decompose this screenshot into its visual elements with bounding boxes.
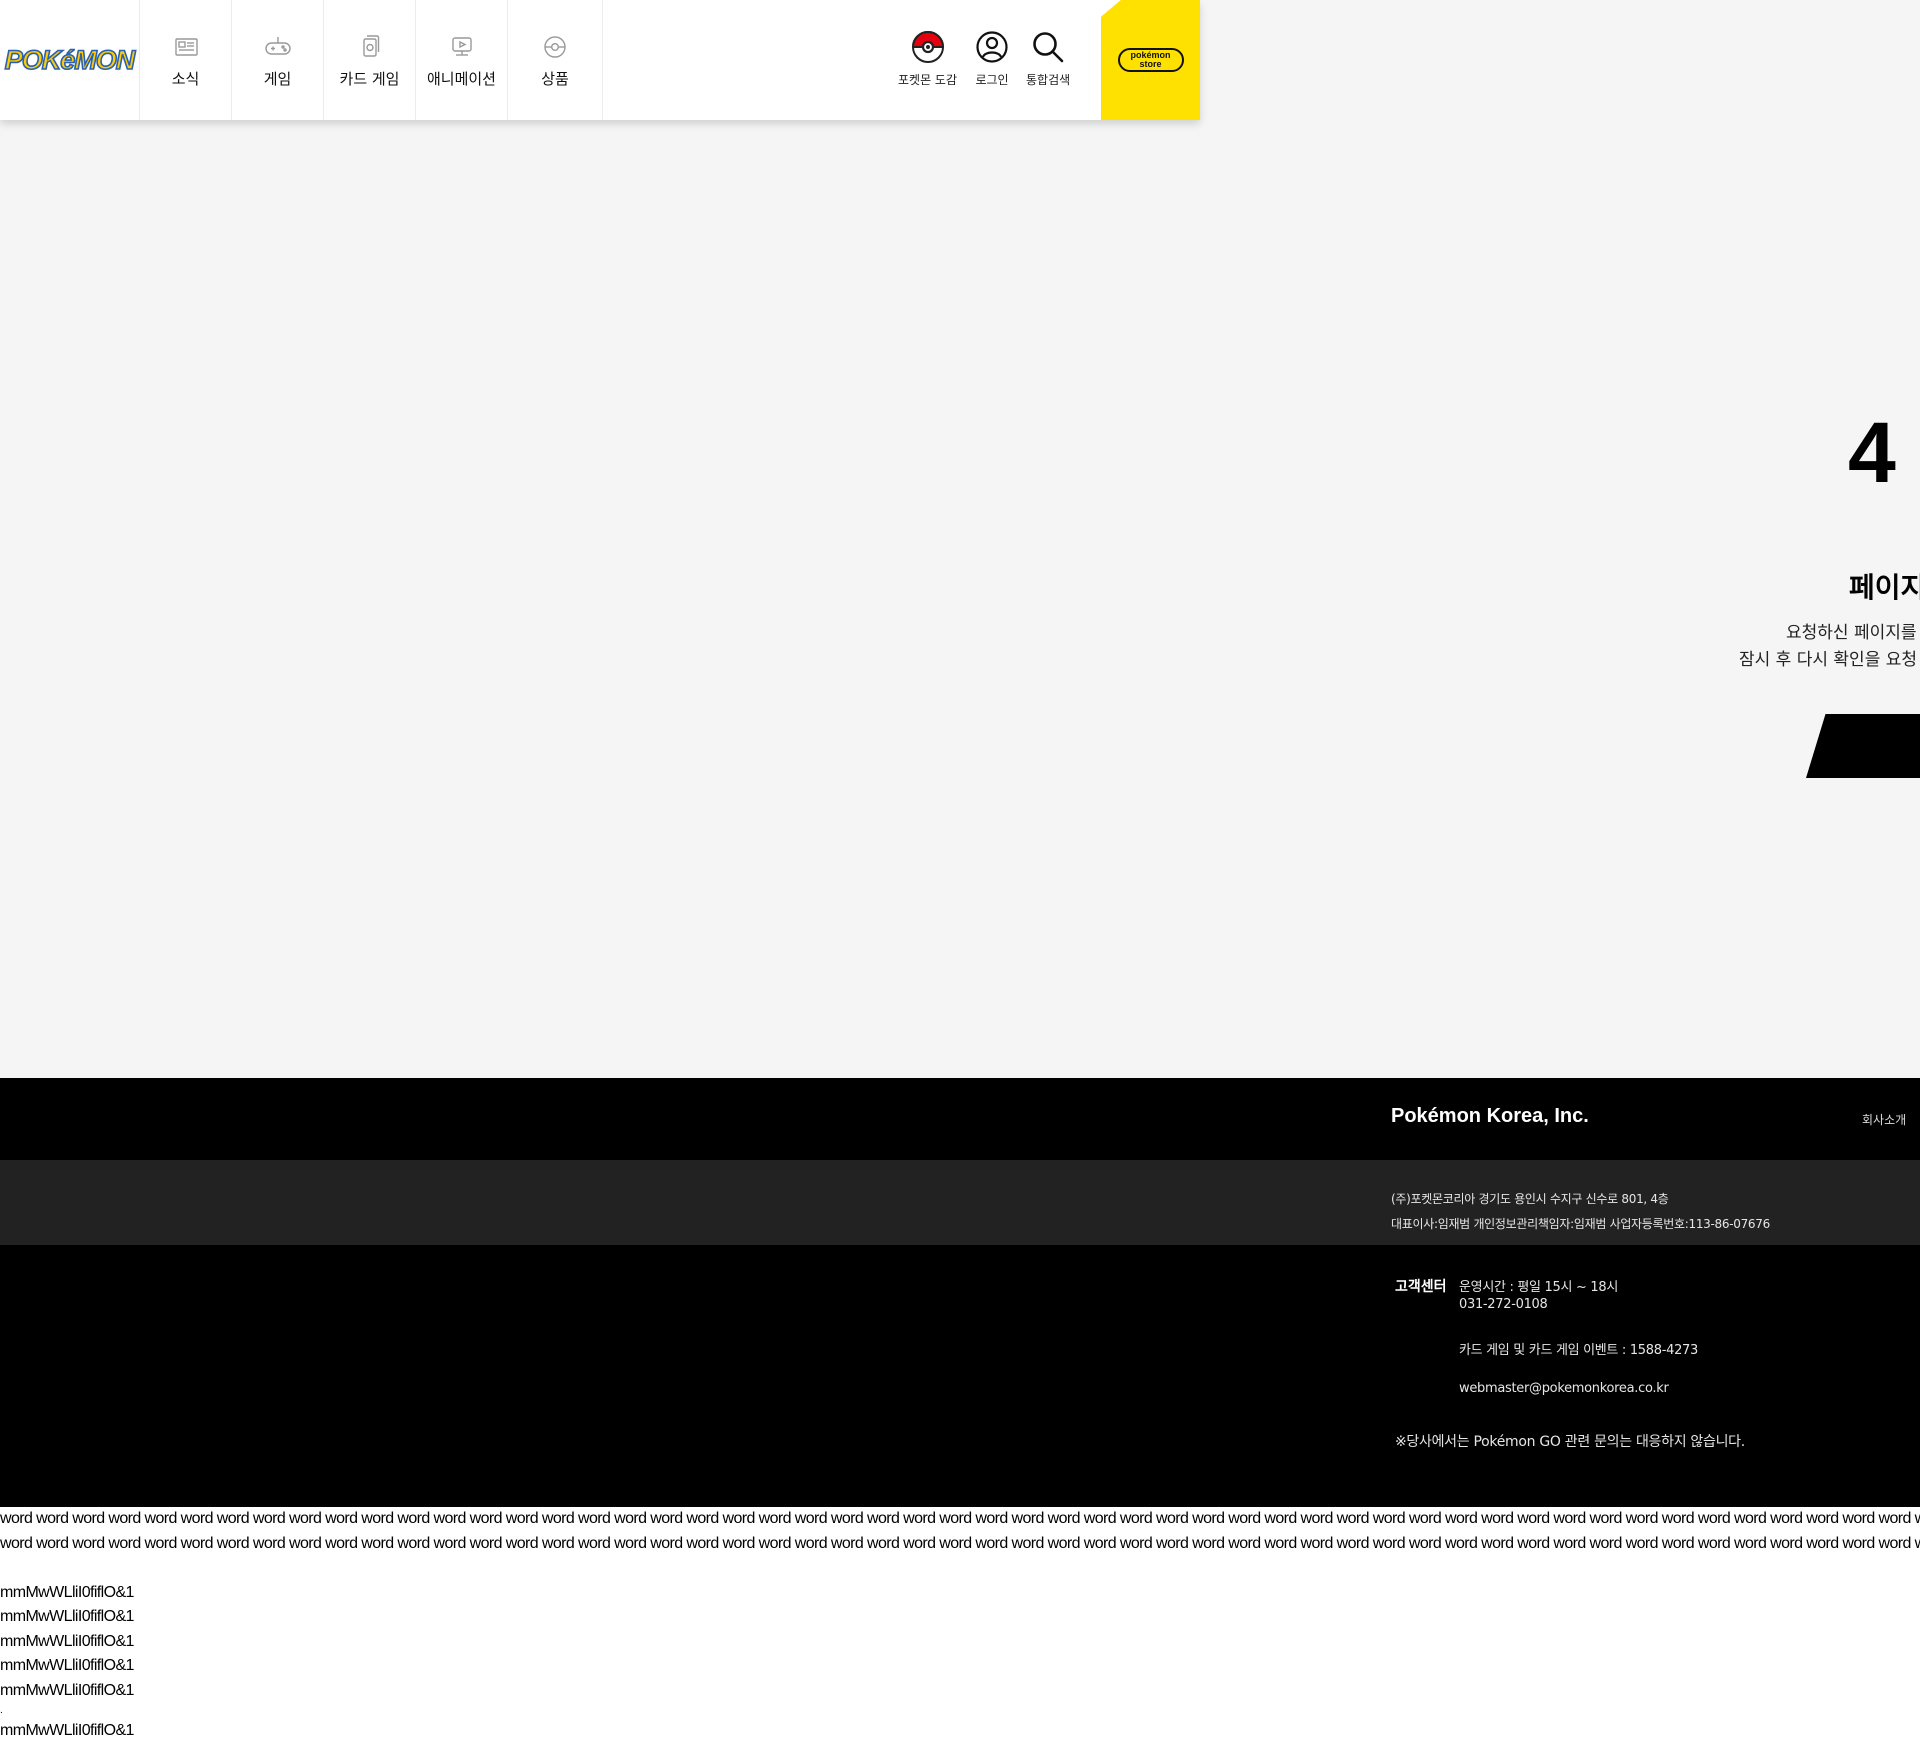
- nav-item-news[interactable]: 소식: [140, 0, 232, 120]
- error-code: 4: [1848, 405, 1896, 501]
- error-title: 페이지: [1849, 571, 1920, 604]
- pokemon-store-button[interactable]: pokémon store: [1101, 0, 1200, 120]
- main-nav: 소식 게임 카드 게임 애니메이션 상품: [140, 0, 603, 120]
- glyph-line: mmMwWLliI0fiflO&1: [0, 1657, 134, 1674]
- gamepad-icon: [264, 36, 291, 55]
- footer-company-info: (주)포켓몬코리아 경기도 용인시 수지구 신수로 801, 4층 대표이사:임…: [0, 1160, 1920, 1245]
- util-label-pokedex: 포켓몬 도감: [898, 73, 958, 87]
- cs-email[interactable]: webmaster@pokemonkorea.co.kr: [1459, 1381, 1669, 1396]
- pokemon-go-notice: ※당사에서는 Pokémon GO 관련 문의는 대응하지 않습니다.: [1395, 1434, 1745, 1450]
- word-line: word word word word word word word word …: [0, 1510, 1920, 1527]
- pokeball-icon: [911, 31, 944, 63]
- util-search[interactable]: 통합검색: [1026, 30, 1070, 88]
- main-content: 4 페이지 요청하신 페이지를 잠시 후 다시 확인을 요청 !: [0, 0, 1920, 1078]
- util-label-login: 로그인: [975, 73, 1009, 87]
- glyph-line: mmMwWLliI0fiflO&1: [0, 1681, 134, 1699]
- company-registration: 대표이사:임재범 개인정보관리책임자:임재범 사업자등록번호:113-86-07…: [1391, 1217, 1770, 1231]
- user-icon: [976, 31, 1008, 63]
- error-desc-line-2: 잠시 후 다시 확인을 요청 !: [1739, 650, 1920, 670]
- nav-label-card-game: 카드 게임: [339, 69, 400, 88]
- cs-hours: 운영시간 : 평일 15시 ~ 18시: [1459, 1280, 1618, 1295]
- company-address: (주)포켓몬코리아 경기도 용인시 수지구 신수로 801, 4층: [1391, 1192, 1669, 1206]
- footer-top: Pokémon Korea, Inc. 회사소개: [0, 1078, 1920, 1160]
- search-icon: [1033, 32, 1064, 63]
- word-line: word word word word word word word word …: [0, 1534, 1920, 1552]
- error-desc-line-1: 요청하신 페이지를: [1786, 623, 1917, 643]
- pokemon-logo[interactable]: POKéMON: [0, 0, 140, 120]
- cards-icon: [362, 34, 379, 57]
- tv-icon: [451, 36, 472, 56]
- newspaper-icon: [174, 37, 198, 56]
- glyph-line: mmMwWLliI0fiflO&1: [0, 1608, 134, 1625]
- nav-item-game[interactable]: 게임: [232, 0, 324, 120]
- nav-label-game: 게임: [263, 69, 292, 88]
- glyph-line: mmMwWLliI0fiflO&1: [0, 1583, 134, 1601]
- dot-line: .: [0, 1705, 3, 1716]
- footer-customer-center: 고객센터 운영시간 : 평일 15시 ~ 18시 031-272-0108 카드…: [0, 1245, 1920, 1507]
- cs-phone: 031-272-0108: [1459, 1297, 1548, 1312]
- nav-item-card-game[interactable]: 카드 게임: [324, 0, 416, 120]
- customer-center-title: 고객센터: [1395, 1279, 1447, 1295]
- home-button[interactable]: [1806, 714, 1920, 778]
- pokeball-outline-icon: [544, 35, 566, 58]
- company-intro-link[interactable]: 회사소개: [1862, 1111, 1906, 1128]
- util-login[interactable]: 로그인: [975, 30, 1009, 88]
- nav-item-animation[interactable]: 애니메이션: [416, 0, 508, 120]
- footer-brand: Pokémon Korea, Inc.: [1391, 1105, 1589, 1127]
- nav-item-goods[interactable]: 상품: [508, 0, 603, 120]
- nav-label-goods: 상품: [541, 69, 569, 88]
- cs-card-phone: 카드 게임 및 카드 게임 이벤트 : 1588-4273: [1459, 1343, 1698, 1358]
- nav-label-news: 소식: [171, 69, 200, 88]
- nav-label-animation: 애니메이션: [426, 69, 496, 88]
- util-label-search: 통합검색: [1026, 73, 1071, 87]
- store-logo: pokémon store: [1117, 48, 1184, 72]
- util-pokedex[interactable]: 포켓몬 도감: [898, 30, 957, 88]
- site-header: POKéMON 소식 게임 카드 게임 애니메이션 상품 포켓몬 도감 로그인 …: [0, 0, 1200, 120]
- glyph-line: mmMwWLliI0fiflO&1: [0, 1722, 134, 1739]
- glyph-line: mmMwWLliI0fiflO&1: [0, 1632, 134, 1650]
- trailing-text: word word word word word word word word …: [0, 1507, 1920, 1752]
